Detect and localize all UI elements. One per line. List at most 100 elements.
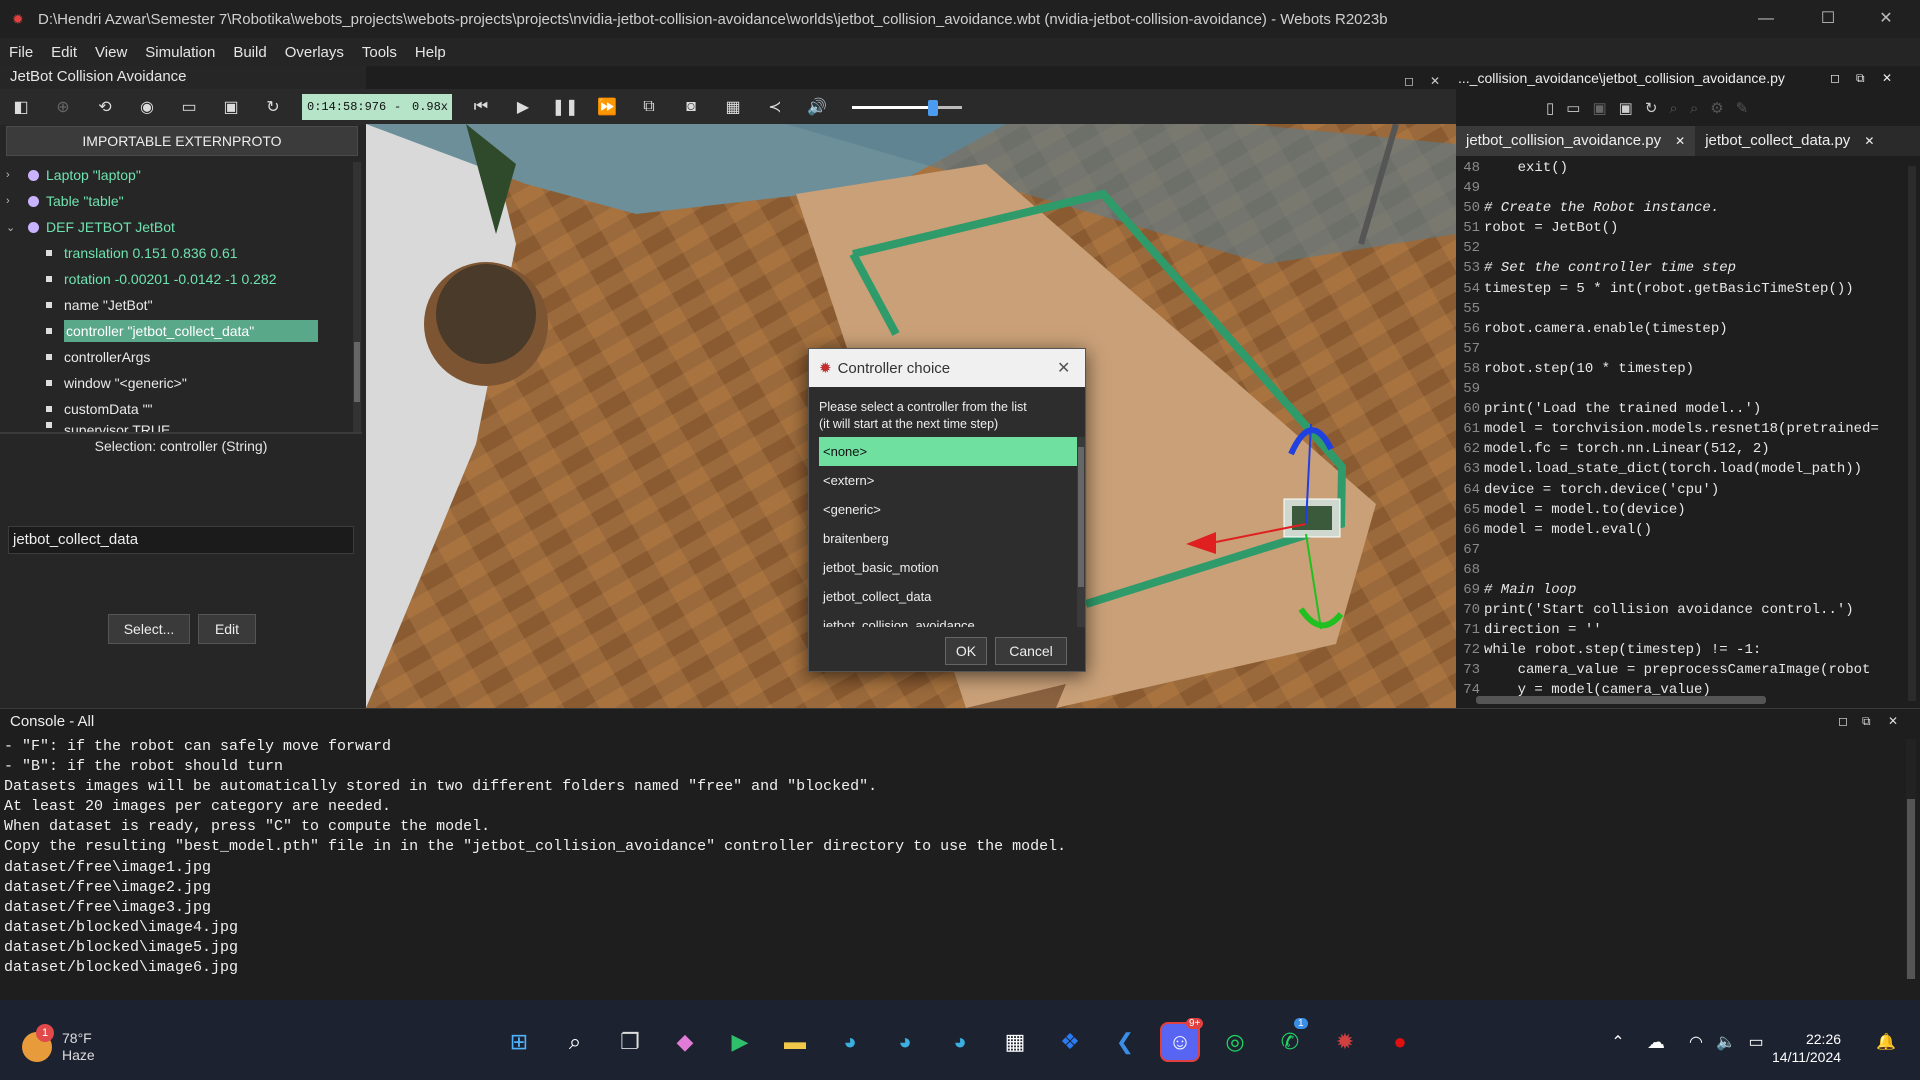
tree-field-rotation[interactable]: rotation -0.00201 -0.0142 -1 0.282 — [0, 266, 356, 292]
scene-tree[interactable]: › Laptop "laptop" › Table "table" ⌄ DEF JET… — [0, 162, 356, 432]
tree-scrollbar-thumb[interactable] — [354, 342, 360, 402]
code-line[interactable]: 71 direction = '' — [1456, 620, 1912, 640]
code-line[interactable]: 49 — [1456, 178, 1912, 198]
tab-jetbot-collect-data[interactable]: jetbot_collect_data.py ✕ — [1695, 126, 1884, 156]
controller-option[interactable]: jetbot_basic_motion — [819, 553, 1085, 582]
minimize-icon[interactable]: — — [1738, 0, 1794, 38]
controller-option[interactable]: jetbot_collect_data — [819, 582, 1085, 611]
controller-list[interactable]: <none> <extern> <generic> braitenberg je… — [819, 437, 1085, 627]
maximize-icon[interactable]: ☐ — [1800, 0, 1856, 38]
volume-slider-handle[interactable] — [928, 100, 939, 116]
code-area[interactable]: 48 exit() 49 50 # Create the Robot instance… — [1456, 158, 1912, 700]
tree-scrollbar[interactable] — [353, 162, 361, 432]
open-file-icon[interactable]: ▭ — [1566, 99, 1580, 117]
save-as-icon[interactable]: ▣ — [1619, 99, 1633, 117]
volume-icon[interactable]: 🔊 — [801, 93, 833, 121]
code-line[interactable]: 70 print('Start collision avoidance contr… — [1456, 600, 1912, 620]
console-scrollbar-thumb[interactable] — [1907, 799, 1915, 979]
start-windows-icon[interactable]: ⊞ — [499, 1022, 539, 1062]
menu-help[interactable]: Help — [406, 44, 455, 61]
code-line[interactable]: 62 model.fc = torch.nn.Linear(512, 2) — [1456, 439, 1912, 459]
code-line[interactable]: 54 timestep = 5 * int(robot.getBasicTimeS… — [1456, 279, 1912, 299]
tab-close-icon[interactable]: ✕ — [1675, 126, 1685, 156]
reset-simulation-icon[interactable]: ⏮ — [465, 93, 497, 121]
code-line[interactable]: 63 model.load_state_dict(torch.load(model… — [1456, 459, 1912, 479]
menu-view[interactable]: View — [86, 44, 136, 61]
menu-overlays[interactable]: Overlays — [276, 44, 353, 61]
code-line[interactable]: 56 robot.camera.enable(timestep) — [1456, 319, 1912, 339]
record-movie-icon[interactable]: ▦ — [717, 93, 749, 121]
console-maximize-icon[interactable]: ⧉ — [1862, 714, 1871, 729]
cancel-button[interactable]: Cancel — [995, 637, 1067, 665]
edge-beta-icon[interactable]: ◕ — [885, 1022, 925, 1062]
code-line[interactable]: 64 device = torch.device('cpu') — [1456, 480, 1912, 500]
console-scrollbar[interactable] — [1906, 739, 1916, 979]
screenshot-camera-icon[interactable]: ◙ — [675, 93, 707, 121]
controller-list-scrollbar[interactable] — [1077, 437, 1085, 627]
code-line[interactable]: 73 camera_value = preprocessCameraImage(… — [1456, 660, 1912, 680]
edit-button[interactable]: Edit — [198, 614, 256, 644]
tab-jetbot-collision-avoidance[interactable]: jetbot_collision_avoidance.py ✕ — [1456, 126, 1696, 156]
play-icon[interactable]: ▶ — [507, 93, 539, 121]
tree-field-name[interactable]: name "JetBot" — [0, 292, 356, 318]
code-line[interactable]: 68 — [1456, 560, 1912, 580]
console-close-icon[interactable]: ✕ — [1888, 714, 1898, 728]
editor-vertical-scrollbar[interactable] — [1908, 166, 1916, 701]
code-line[interactable]: 72 while robot.step(timestep) != -1: — [1456, 640, 1912, 660]
code-line[interactable]: 60 print('Load the trained model..') — [1456, 399, 1912, 419]
open-folder-icon[interactable]: ▭ — [173, 93, 205, 121]
save-icon[interactable]: ▣ — [215, 93, 247, 121]
menu-tools[interactable]: Tools — [353, 44, 406, 61]
share-icon[interactable]: ≺ — [759, 93, 791, 121]
show-hidden-icons-chevron-icon[interactable]: ⌃ — [1598, 1022, 1638, 1062]
controller-option[interactable]: jetbot_collision_avoidance — [819, 611, 1085, 627]
code-line[interactable]: 66 model = model.eval() — [1456, 520, 1912, 540]
tree-node-laptop[interactable]: › Laptop "laptop" — [0, 162, 356, 188]
console-float-icon[interactable]: ◻ — [1838, 714, 1848, 728]
reset-viewpoint-icon[interactable]: ⟲ — [89, 93, 121, 121]
code-line[interactable]: 51 robot = JetBot() — [1456, 218, 1912, 238]
revert-icon[interactable]: ↻ — [1645, 99, 1658, 117]
code-line[interactable]: 58 robot.step(10 * timestep) — [1456, 359, 1912, 379]
code-line[interactable]: 52 — [1456, 238, 1912, 258]
expand-arrow-icon[interactable]: › — [6, 169, 20, 181]
code-line[interactable]: 55 — [1456, 299, 1912, 319]
battery-icon[interactable]: ▭ — [1736, 1022, 1776, 1062]
controller-option[interactable]: <generic> — [819, 495, 1085, 524]
menu-build[interactable]: Build — [224, 44, 275, 61]
editor-close-icon[interactable]: ✕ — [1882, 71, 1892, 85]
field-value-input[interactable]: jetbot_collect_data — [8, 526, 354, 554]
record-icon[interactable]: ● — [1380, 1022, 1420, 1062]
controller-list-scrollbar-thumb[interactable] — [1078, 447, 1084, 587]
code-line[interactable]: 59 — [1456, 379, 1912, 399]
menu-simulation[interactable]: Simulation — [136, 44, 224, 61]
editor-float-icon[interactable]: ◻ — [1830, 71, 1840, 85]
file-explorer-icon[interactable]: ▬ — [775, 1022, 815, 1062]
new-file-icon[interactable]: ▯ — [1546, 99, 1554, 117]
collapse-arrow-icon[interactable]: ⌄ — [6, 221, 20, 234]
select-button[interactable]: Select... — [108, 614, 190, 644]
code-line[interactable]: 69 # Main loop — [1456, 580, 1912, 600]
editor-horizontal-scrollbar[interactable] — [1476, 696, 1766, 704]
dropbox-icon[interactable]: ❖ — [1050, 1022, 1090, 1062]
fast-forward-icon[interactable]: ⏩ — [591, 93, 623, 121]
tab-close-icon[interactable]: ✕ — [1864, 126, 1874, 156]
code-line[interactable]: 61 model = torchvision.models.resnet18(pr… — [1456, 419, 1912, 439]
code-line[interactable]: 50 # Create the Robot instance. — [1456, 198, 1912, 218]
discord-icon[interactable]: ☺ 9+ — [1160, 1018, 1204, 1062]
tree-node-jetbot[interactable]: ⌄ DEF JETBOT JetBot — [0, 214, 356, 240]
onedrive-cloud-icon[interactable]: ☁ — [1636, 1022, 1676, 1062]
ok-button[interactable]: OK — [945, 637, 987, 665]
menu-file[interactable]: File — [0, 44, 42, 61]
tree-field-controller[interactable]: controller "jetbot_collect_data" — [0, 318, 356, 344]
reload-icon[interactable]: ↻ — [257, 93, 289, 121]
microsoft-store-icon[interactable]: ▦ — [995, 1022, 1035, 1062]
tree-field-translation[interactable]: translation 0.151 0.836 0.61 — [0, 240, 356, 266]
search-icon[interactable]: ⌕ — [555, 1022, 595, 1062]
code-line[interactable]: 67 — [1456, 540, 1912, 560]
controller-option[interactable]: <extern> — [819, 466, 1085, 495]
volume-slider[interactable] — [852, 97, 962, 117]
app-green-icon[interactable]: ▶ — [720, 1022, 760, 1062]
edge-dev-icon[interactable]: ◕ — [940, 1022, 980, 1062]
controller-option[interactable]: <none> — [819, 437, 1085, 466]
